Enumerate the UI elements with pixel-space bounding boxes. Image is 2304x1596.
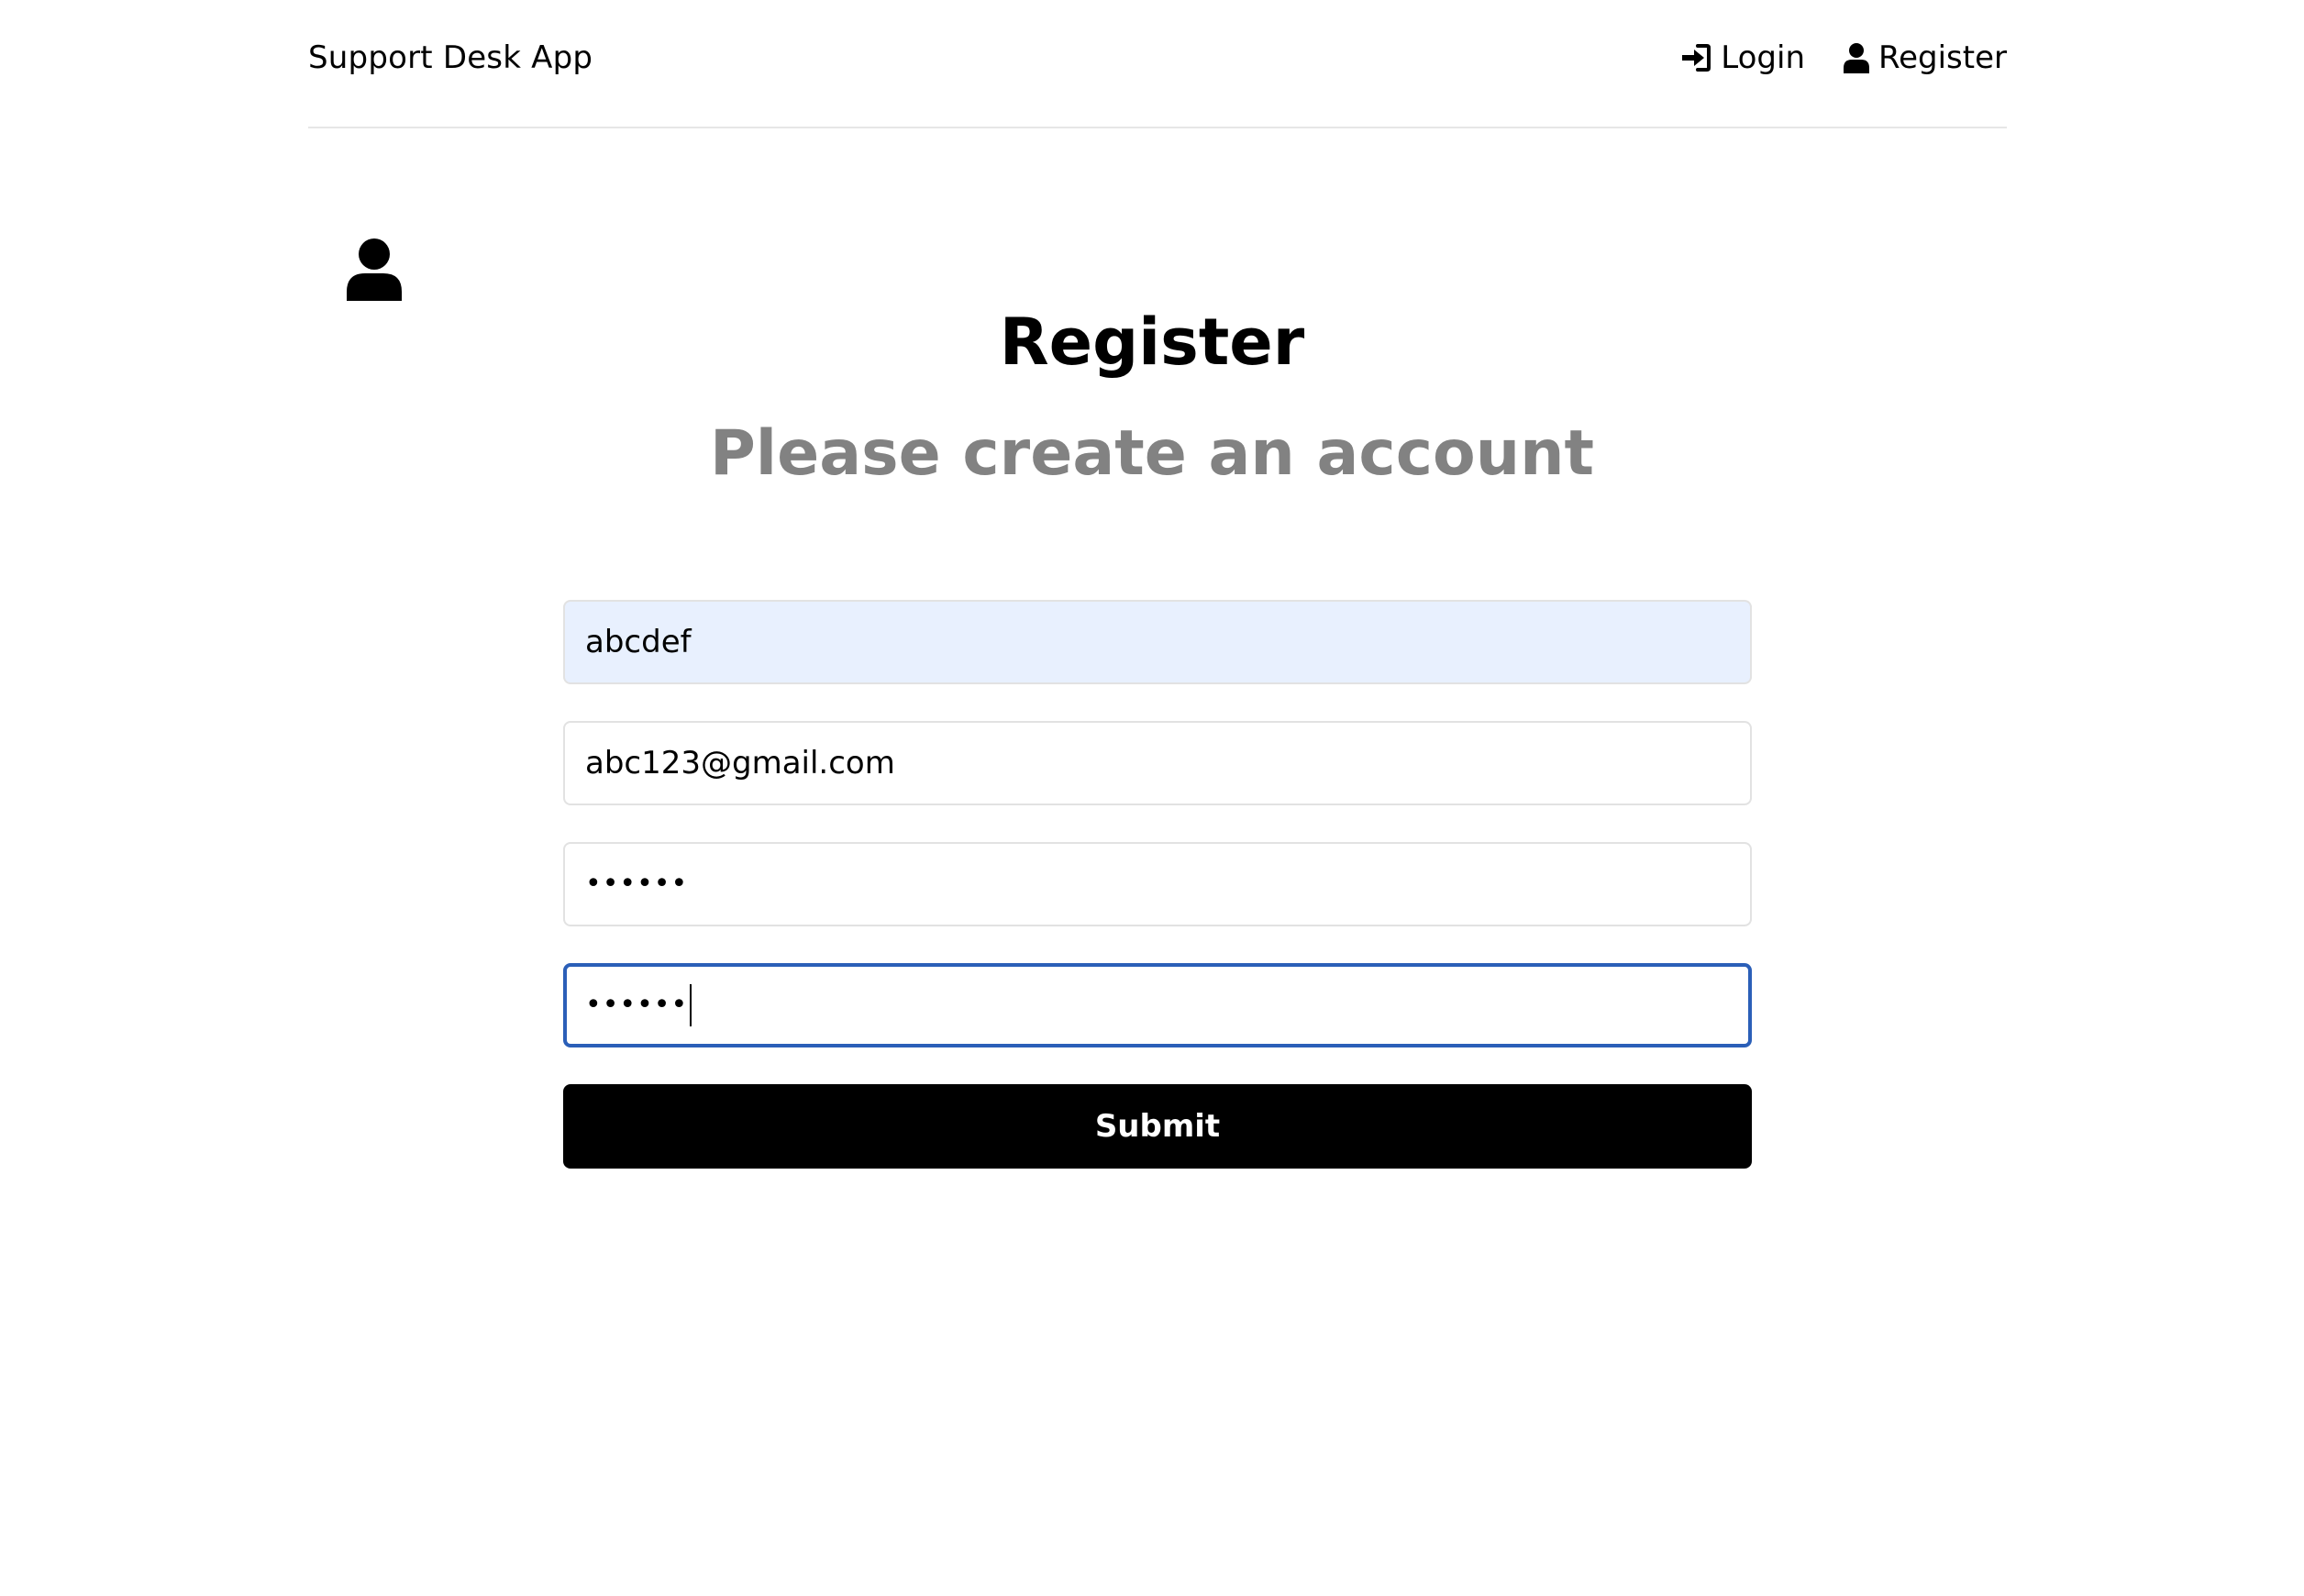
confirm-password-input-value: •••••• — [585, 989, 689, 1021]
password-input-value: •••••• — [585, 868, 689, 900]
register-page: Support Desk App Login Register Register… — [0, 0, 2304, 1596]
page-subtitle: Please create an account — [709, 417, 1595, 490]
email-input[interactable]: abc123@gmail.com — [563, 721, 1752, 805]
password-input[interactable]: •••••• — [563, 842, 1752, 926]
nav-links: Login Register — [1680, 39, 2007, 76]
name-input[interactable]: abcdef — [563, 600, 1752, 684]
user-icon — [347, 238, 402, 301]
nav-register-link[interactable]: Register — [1844, 39, 2007, 76]
app-brand-link[interactable]: Support Desk App — [308, 39, 593, 76]
nav-login-label: Login — [1721, 39, 1806, 76]
user-icon — [1844, 42, 1870, 73]
confirm-password-input[interactable]: •••••• — [563, 963, 1752, 1047]
register-form: abcdef abc123@gmail.com •••••• •••••• Su… — [563, 600, 1752, 1169]
nav-login-link[interactable]: Login — [1680, 39, 1805, 76]
nav-register-label: Register — [1878, 39, 2007, 76]
text-cursor — [690, 984, 692, 1026]
page-title: Register — [999, 305, 1305, 380]
name-input-value: abcdef — [585, 624, 692, 660]
top-navbar: Support Desk App Login Register — [308, 0, 2007, 128]
sign-in-icon — [1680, 43, 1711, 72]
email-input-value: abc123@gmail.com — [585, 745, 895, 781]
submit-button[interactable]: Submit — [563, 1084, 1752, 1169]
